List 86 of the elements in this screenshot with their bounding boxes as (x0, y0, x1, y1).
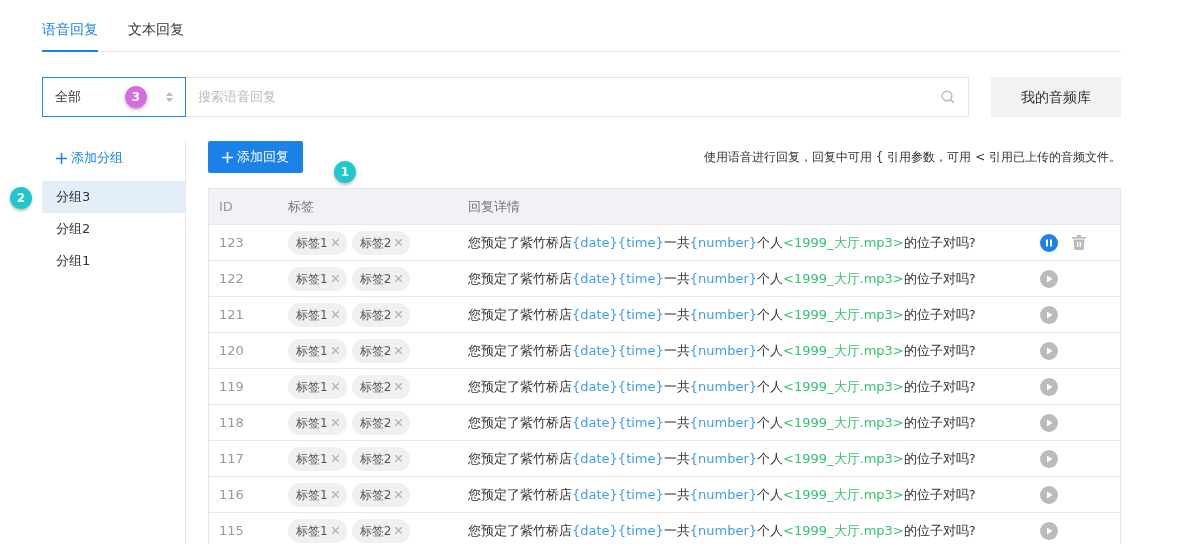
column-header: 回复详情 (468, 197, 521, 216)
number-marker: 3 (125, 86, 147, 108)
add-reply-button[interactable]: 添加回复 (208, 141, 303, 173)
close-icon[interactable] (331, 383, 339, 390)
hint-text: 使用语音进行回复，回复中可用 { 引用参数，可用 < 引用已上传的音频文件。 (704, 149, 1121, 166)
close-icon[interactable] (395, 311, 403, 318)
tag-label: 标签2 (359, 486, 392, 504)
close-icon[interactable] (331, 527, 339, 534)
tag-label: 标签2 (359, 522, 392, 540)
play-icon[interactable] (1040, 485, 1058, 504)
close-icon[interactable] (395, 419, 403, 426)
plus-icon (56, 152, 67, 164)
close-icon[interactable] (331, 455, 339, 462)
search-icon (941, 90, 955, 104)
tag-label: 标签1 (296, 270, 328, 288)
play-icon[interactable] (1040, 341, 1058, 360)
reply-detail: 您预定了紫竹桥店{date}{time}一共{number}个人<1999_大厅.mp3>的位子对吗? (468, 233, 977, 252)
reply-detail: 您预定了紫竹桥店{date}{time}一共{number}个人<1999_大厅.mp3>的位子对吗? (468, 521, 977, 540)
tag-label: 标签1 (296, 414, 328, 432)
close-icon[interactable] (331, 419, 339, 426)
tag-label: 标签1 (296, 306, 328, 324)
close-icon[interactable] (395, 527, 403, 534)
reply-detail: 您预定了紫竹桥店{date}{time}一共{number}个人<1999_大厅.mp3>的位子对吗? (468, 449, 977, 468)
library-button[interactable]: 我的音频库 (991, 77, 1121, 117)
play-icon[interactable] (1040, 449, 1058, 468)
table-cell-text: 123 (218, 233, 245, 252)
close-icon[interactable] (395, 239, 403, 246)
tab[interactable]: 文本回复 (128, 19, 184, 52)
tab[interactable]: 语音回复 (42, 19, 98, 52)
table-cell-text: 115 (218, 521, 245, 540)
reply-detail: 您预定了紫竹桥店{date}{time}一共{number}个人<1999_大厅.mp3>的位子对吗? (468, 485, 977, 504)
play-icon[interactable] (1040, 377, 1058, 396)
filter-select[interactable]: 全部 3 (42, 77, 186, 117)
tag-label: 标签2 (359, 414, 392, 432)
close-icon[interactable] (331, 347, 339, 354)
reply-detail: 您预定了紫竹桥店{date}{time}一共{number}个人<1999_大厅.mp3>的位子对吗? (468, 413, 977, 432)
table-cell-text: 117 (218, 449, 245, 468)
tag-label: 标签2 (359, 450, 392, 468)
tag-label: 标签1 (296, 378, 328, 396)
table-cell-text: 119 (218, 377, 245, 396)
tag-label: 标签2 (359, 234, 392, 252)
reply-detail: 您预定了紫竹桥店{date}{time}一共{number}个人<1999_大厅.mp3>的位子对吗? (468, 305, 977, 324)
plus-icon (222, 151, 233, 163)
play-icon[interactable] (1040, 269, 1058, 288)
reply-detail: 您预定了紫竹桥店{date}{time}一共{number}个人<1999_大厅.mp3>的位子对吗? (468, 269, 977, 288)
search-field[interactable]: 搜索语音回复 (186, 77, 969, 117)
tag-label: 标签1 (296, 234, 328, 252)
table-cell-text: 121 (218, 305, 245, 324)
sidebar-item[interactable]: 分组3 (42, 181, 185, 213)
reply-detail: 您预定了紫竹桥店{date}{time}一共{number}个人<1999_大厅.mp3>的位子对吗? (468, 377, 977, 396)
close-icon[interactable] (331, 275, 339, 282)
tag-label: 标签1 (296, 522, 328, 540)
close-icon[interactable] (395, 275, 403, 282)
table-cell-text: 120 (218, 341, 245, 360)
column-header: 标签 (288, 197, 315, 216)
tag-label: 标签1 (296, 342, 328, 360)
number-marker: 2 (10, 187, 32, 209)
trash-icon[interactable] (1072, 235, 1086, 250)
close-icon[interactable] (395, 383, 403, 390)
tag-label: 标签1 (296, 450, 328, 468)
table-cell-text: 122 (218, 269, 245, 288)
close-icon[interactable] (331, 239, 339, 246)
close-icon[interactable] (395, 455, 403, 462)
table-cell-text: 118 (218, 413, 245, 432)
close-icon[interactable] (331, 491, 339, 498)
tag-label: 标签1 (296, 486, 328, 504)
number-marker: 1 (334, 161, 356, 183)
play-icon[interactable] (1040, 305, 1058, 324)
play-icon[interactable] (1040, 521, 1058, 540)
sidebar-item[interactable]: 分组2 (42, 213, 185, 245)
close-icon[interactable] (331, 311, 339, 318)
close-icon[interactable] (395, 347, 403, 354)
pause-icon[interactable] (1040, 233, 1058, 252)
column-header: ID (218, 197, 234, 216)
add-group-button[interactable]: 添加分组 (42, 141, 137, 175)
sort-caret-icon (166, 92, 173, 102)
select-value: 全部 (55, 88, 81, 107)
tag-label: 标签2 (359, 342, 392, 360)
reply-detail: 您预定了紫竹桥店{date}{time}一共{number}个人<1999_大厅.mp3>的位子对吗? (468, 341, 977, 360)
table-cell-text: 116 (218, 485, 245, 504)
tag-label: 标签2 (359, 306, 392, 324)
tag-label: 标签2 (359, 378, 392, 396)
sidebar-item[interactable]: 分组1 (42, 245, 185, 277)
close-icon[interactable] (395, 491, 403, 498)
tag-label: 标签2 (359, 270, 392, 288)
play-icon[interactable] (1040, 413, 1058, 432)
